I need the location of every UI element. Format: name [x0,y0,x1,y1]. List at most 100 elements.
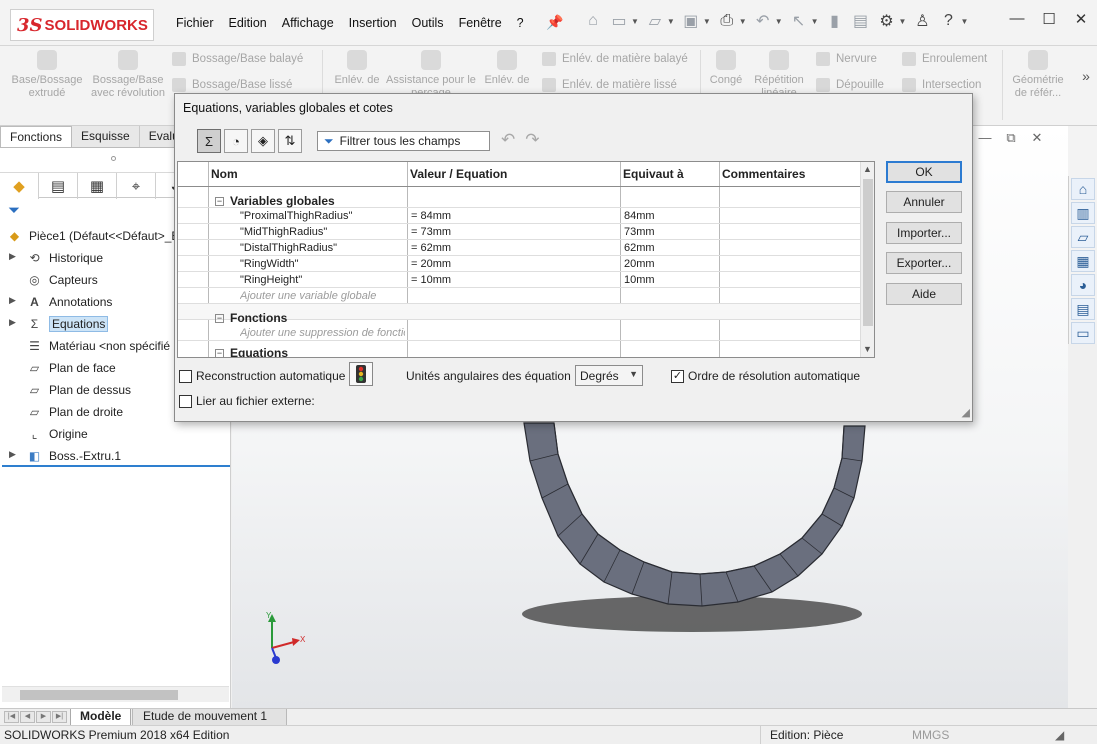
swept-cut-button[interactable]: Enlév. de matière balayé [542,52,688,66]
menu-help[interactable]: ? [517,16,524,30]
select-dropdown-arrow-icon[interactable]: ▼ [811,17,819,26]
linear-pattern-button[interactable]: Répétition linéaire [750,46,808,99]
solidworks-resources-icon[interactable]: ⌂ [1071,178,1095,200]
prev-tab-icon[interactable]: ◀ [20,711,35,723]
fillet-button[interactable]: Congé [704,46,748,87]
variable-name[interactable]: "RingWidth" [240,258,299,270]
extruded-boss-button[interactable]: Base/Bossage extrudé [8,46,86,99]
angle-units-select[interactable]: Degrés ▼ [575,365,643,386]
rebuild-traffic-light-icon[interactable] [349,362,373,386]
variable-name[interactable]: "RingHeight" [240,274,302,286]
next-tab-icon[interactable]: ▶ [36,711,51,723]
section-row-globals[interactable]: − Variables globales [178,192,861,208]
tree-item-sensors[interactable]: ◎ Capteurs [26,270,97,290]
variable-name[interactable]: "DistalThighRadius" [240,242,337,254]
rebuild-traffic-light-icon[interactable]: ▮ [824,10,846,32]
column-header-equivalent[interactable]: Equivaut à [620,162,719,187]
variable-name[interactable]: "ProximalThighRadius" [240,210,352,222]
intersect-button[interactable]: Intersection [902,78,981,92]
last-tab-icon[interactable]: ▶| [52,711,67,723]
hole-wizard-button[interactable]: Assistance pour le perçage [386,46,476,99]
auto-solve-order-checkbox[interactable]: ✓ Ordre de résolution automatique [671,369,860,383]
pin-icon[interactable]: 📌 [546,14,563,31]
scroll-up-icon[interactable]: ▲ [863,164,872,174]
variable-value[interactable]: = 20mm [411,258,451,270]
design-library-icon[interactable]: ▥ [1071,202,1095,224]
collapse-icon[interactable]: − [215,349,224,357]
minimize-icon[interactable]: — [1001,10,1033,28]
sketch-equation-view-button[interactable]: ◔ [224,129,248,153]
configuration-manager-tab[interactable]: ▦ [78,173,117,199]
tree-item-right-plane[interactable]: ▱ Plan de droite [26,402,123,422]
dimension-view-button[interactable]: ◈ [251,129,275,153]
forum-icon[interactable]: ▭ [1071,322,1095,344]
tree-item-origin[interactable]: ⌞ Origine [26,424,88,444]
variable-name[interactable]: "MidThighRadius" [240,226,327,238]
maximize-icon[interactable]: ☐ [1033,10,1065,28]
variable-value[interactable]: = 73mm [411,226,451,238]
expand-arrow-icon[interactable]: ▶ [9,251,16,262]
link-external-file-box[interactable] [179,394,192,408]
table-row[interactable]: "MidThighRadius" = 73mm 73mm [178,224,861,240]
file-properties-icon[interactable]: ▤ [850,10,872,32]
tab-model[interactable]: Modèle [70,709,132,726]
property-manager-tab[interactable]: ▤ [39,173,78,199]
undo-icon[interactable]: ↶ [501,130,515,150]
revolved-boss-button[interactable]: Bossage/Base avec révolution [90,46,166,99]
save-icon[interactable]: ▣ [680,10,702,32]
tree-item-equations[interactable]: ▶ Σ Equations [9,314,109,334]
swept-boss-button[interactable]: Bossage/Base balayé [172,52,303,66]
add-global-variable-hint[interactable]: Ajouter une variable globale [240,290,405,302]
table-row[interactable]: "RingHeight" = 10mm 10mm [178,272,861,288]
tree-item-front-plane[interactable]: ▱ Plan de face [26,358,116,378]
tab-fonctions[interactable]: Fonctions [0,126,73,147]
expand-arrow-icon[interactable]: ▶ [9,449,16,460]
new-dropdown-arrow-icon[interactable]: ▼ [631,17,639,26]
file-explorer-icon[interactable]: ▱ [1071,226,1095,248]
first-tab-icon[interactable]: |◀ [4,711,19,723]
section-row-equations[interactable]: − Equations [178,344,861,357]
tree-item-history[interactable]: ▶ ⟲ Historique [9,248,103,268]
appearances-icon[interactable]: ◕ [1071,274,1095,296]
export-button[interactable]: Exporter... [886,252,962,274]
tree-item-annotations[interactable]: ▶ A Annotations [9,292,112,312]
variable-value[interactable]: = 10mm [411,274,451,286]
menu-insertion[interactable]: Insertion [349,16,397,30]
menu-fenetre[interactable]: Fenêtre [459,16,502,30]
home-icon[interactable]: ⌂ [582,10,604,32]
select-pointer-icon[interactable]: ↖ [788,10,810,32]
tab-motion-study[interactable]: Etude de mouvement 1 [132,709,287,726]
ok-button[interactable]: OK [886,161,962,183]
custom-properties-icon[interactable]: ▤ [1071,298,1095,320]
draft-button[interactable]: Dépouille [816,78,884,92]
help-dropdown-arrow-icon[interactable]: ▼ [960,17,968,26]
lofted-cut-button[interactable]: Enlév. de matière lissé [542,78,677,92]
panel-splitter-handle[interactable] [111,156,116,161]
filter-field[interactable]: ⏷ Filtrer tous les champs [317,131,490,151]
open-dropdown-arrow-icon[interactable]: ▼ [667,17,675,26]
equation-view-button[interactable]: Σ [197,129,221,153]
table-row[interactable]: "RingWidth" = 20mm 20mm [178,256,861,272]
redo-icon[interactable]: ↷ [525,130,539,150]
print-dropdown-arrow-icon[interactable]: ▼ [739,17,747,26]
collapse-icon[interactable]: − [215,314,224,324]
dialog-resize-grip-icon[interactable]: ◢ [962,406,970,419]
link-external-file-checkbox[interactable]: Lier au fichier externe: [179,394,315,408]
tab-esquisse[interactable]: Esquisse [72,126,140,147]
add-function-suppression-row[interactable]: Ajouter une suppression de fonction [178,325,861,341]
scroll-thumb[interactable] [863,179,873,326]
column-header-comments[interactable]: Commentaires [719,162,860,187]
menu-fichier[interactable]: Fichier [176,16,214,30]
dimxpert-manager-tab[interactable]: ⌖ [117,173,156,199]
ordered-view-button[interactable]: ⇅ [278,129,302,153]
menu-outils[interactable]: Outils [412,16,444,30]
column-header-name[interactable]: Nom [208,162,407,187]
help-question-icon[interactable]: ? [937,10,959,32]
options-dropdown-arrow-icon[interactable]: ▼ [899,17,907,26]
variable-value[interactable]: = 62mm [411,242,451,254]
variable-value[interactable]: = 84mm [411,210,451,222]
cancel-button[interactable]: Annuler [886,191,962,213]
auto-solve-order-box[interactable]: ✓ [671,369,684,383]
add-function-hint[interactable]: Ajouter une suppression de fonction [240,327,405,339]
reference-geometry-button[interactable]: Géométrie de référ... [1006,46,1070,99]
